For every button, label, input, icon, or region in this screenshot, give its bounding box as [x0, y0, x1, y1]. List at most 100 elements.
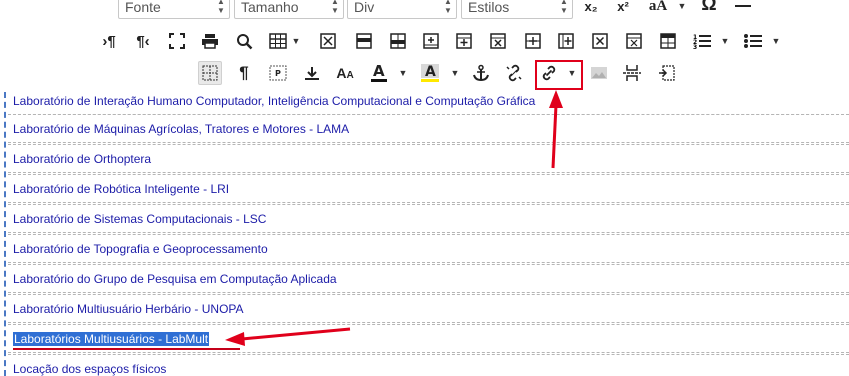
chevron-down-icon[interactable]: ▼	[677, 0, 687, 18]
image-button[interactable]	[587, 61, 611, 85]
list-item[interactable]: Laboratório de Sistemas Computacionais -…	[8, 204, 849, 233]
text-case-button[interactable]: aA	[646, 0, 670, 18]
svg-text:3: 3	[693, 44, 697, 49]
page-break-icon	[623, 65, 641, 81]
table-button[interactable]	[266, 29, 290, 53]
layer-icon	[659, 65, 675, 81]
delete-col-button[interactable]	[588, 29, 612, 53]
col-before-button[interactable]	[521, 29, 545, 53]
insert-row-below-button[interactable]	[452, 29, 476, 53]
link-button-highlight	[535, 60, 583, 90]
list-item[interactable]: Laboratório do Grupo de Pesquisa em Comp…	[8, 264, 849, 293]
table-row-after-icon	[390, 33, 406, 49]
show-invisibles-button[interactable]: ¶	[232, 61, 256, 85]
toolbar-row-1: Fonte ▲ ▼ Tamanho ▲ ▼ Div ▲ ▼ Estilos ▲ ▼ x₂…	[0, 0, 849, 19]
chevron-down-icon[interactable]: ▼	[291, 29, 301, 53]
insert-anchor-point-button[interactable]	[300, 61, 324, 85]
table-properties-icon	[660, 33, 676, 49]
anchor-icon	[473, 64, 489, 82]
find-button[interactable]	[232, 29, 256, 53]
toolbar-row-3: ¶ P AA A ▼ A ▼ ▼	[0, 61, 849, 87]
superscript-button[interactable]: x²	[611, 0, 635, 18]
list-item-selected[interactable]: Laboratórios Multiusuários - LabMult	[8, 324, 849, 353]
numbered-list-icon: 123	[693, 34, 711, 49]
ltr-icon: ›¶	[102, 32, 116, 50]
list-item-text: Laboratório do Grupo de Pesquisa em Comp…	[13, 272, 337, 286]
image-icon	[591, 67, 607, 79]
row-after-button[interactable]	[386, 29, 410, 53]
merge-cells-button[interactable]	[622, 29, 646, 53]
insert-column-after-icon	[558, 33, 574, 49]
template-button[interactable]: P	[266, 61, 290, 85]
show-blocks-icon	[202, 65, 218, 81]
text-color-icon: A	[371, 63, 387, 82]
list-item-text: Laboratórios Multiusuários - LabMult	[13, 332, 210, 346]
chevron-down-icon[interactable]: ▼	[450, 61, 460, 85]
insert-layer-button[interactable]	[655, 61, 679, 85]
delete-table-icon	[320, 33, 336, 49]
svg-text:A: A	[373, 63, 385, 80]
list-item[interactable]: Laboratório de Orthoptera	[8, 144, 849, 173]
table-props-button[interactable]	[656, 29, 680, 53]
styles-select[interactable]: Estilos ▲ ▼	[461, 0, 573, 19]
text-color-button[interactable]: A	[367, 61, 391, 85]
list-item-text: Laboratório de Sistemas Computacionais -…	[13, 212, 267, 226]
size-select[interactable]: Tamanho ▲ ▼	[234, 0, 344, 19]
unlink-button[interactable]	[502, 61, 526, 85]
list-item[interactable]: Laboratório de Robótica Inteligente - LR…	[8, 174, 849, 203]
print-button[interactable]	[198, 29, 222, 53]
list-item[interactable]: Locação dos espaços físicos	[8, 354, 849, 376]
list-item-text: Laboratório de Máquinas Agrícolas, Trato…	[13, 122, 350, 136]
font-size-button[interactable]: AA	[333, 61, 357, 85]
font-size-icon: AA	[336, 65, 354, 81]
highlight-color-icon: A	[421, 64, 439, 82]
fullscreen-icon	[169, 33, 185, 49]
list-item-text: Laboratório Multiusuário Herbário - UNOP…	[13, 302, 244, 316]
delete-table-button[interactable]	[316, 29, 340, 53]
numbered-list-button[interactable]: 123	[690, 29, 714, 53]
horizontal-line-icon	[735, 5, 751, 7]
table-row-icon	[356, 33, 372, 49]
page-break-button[interactable]	[620, 61, 644, 85]
anchor-button[interactable]	[469, 61, 493, 85]
subscript-button[interactable]: x₂	[579, 0, 603, 18]
horizontal-line-button[interactable]	[731, 0, 755, 18]
insert-column-before-icon	[525, 33, 541, 49]
delete-row-icon	[490, 33, 506, 49]
rtl-icon: ¶‹	[136, 32, 150, 50]
special-char-button[interactable]: Ω	[697, 0, 721, 17]
delete-row-button[interactable]	[486, 29, 510, 53]
row-before-button[interactable]	[352, 29, 376, 53]
background-color-button[interactable]: A	[418, 61, 442, 85]
bullet-list-icon	[744, 34, 762, 48]
svg-text:A: A	[425, 64, 436, 80]
ltr-button[interactable]: ›¶	[97, 29, 121, 53]
list-item[interactable]: Laboratório de Topografia e Geoprocessam…	[8, 234, 849, 263]
svg-text:P: P	[275, 69, 281, 78]
show-blocks-button[interactable]	[198, 61, 222, 85]
editor-content[interactable]: Laboratório de Interação Humano Computad…	[0, 92, 849, 376]
toolbar-row-2: ›¶ ¶‹ ▼ 1 2 3 ▼ ▼	[0, 29, 849, 55]
insert-row-above-button[interactable]	[419, 29, 443, 53]
chevron-down-icon[interactable]: ▼	[771, 29, 781, 53]
insert-row-below-icon	[456, 33, 472, 49]
rtl-button[interactable]: ¶‹	[131, 29, 155, 53]
list-item-text: Laboratório de Interação Humano Computad…	[13, 94, 536, 108]
chevron-down-icon[interactable]: ▼	[720, 29, 730, 53]
template-icon: P	[269, 65, 287, 81]
search-icon	[236, 33, 252, 49]
insert-row-above-icon	[423, 33, 439, 49]
list-item[interactable]: Laboratório de Interação Humano Computad…	[8, 92, 849, 115]
delete-column-icon	[592, 33, 608, 49]
list-item[interactable]: Laboratório de Máquinas Agrícolas, Trato…	[8, 114, 849, 143]
font-select[interactable]: Fonte ▲ ▼	[118, 0, 230, 19]
unlink-icon	[506, 64, 522, 82]
select-arrows-icon: ▲ ▼	[444, 0, 452, 15]
list-item[interactable]: Laboratório Multiusuário Herbário - UNOP…	[8, 294, 849, 323]
block-outline	[4, 92, 6, 376]
bullet-list-button[interactable]	[741, 29, 765, 53]
fullscreen-button[interactable]	[165, 29, 189, 53]
chevron-down-icon[interactable]: ▼	[398, 61, 408, 85]
format-select[interactable]: Div ▲ ▼	[347, 0, 457, 19]
col-after-button[interactable]	[554, 29, 578, 53]
